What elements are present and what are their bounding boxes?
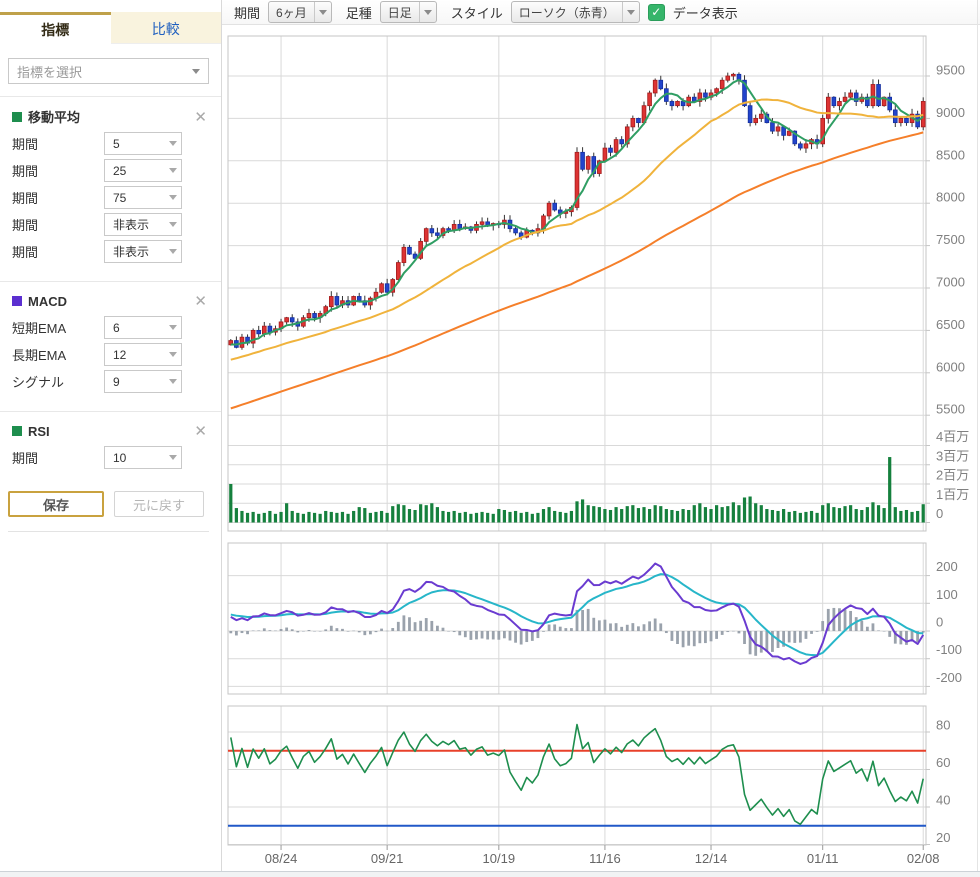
chevron-down-icon — [169, 379, 177, 384]
svg-text:01/11: 01/11 — [807, 851, 839, 866]
ma-period-4-select[interactable]: 非表示 — [104, 213, 182, 236]
chevron-down-icon — [169, 222, 177, 227]
bottom-divider — [0, 871, 980, 877]
ma-period-1-label: 期間 — [12, 134, 104, 153]
ma-period-5-label: 期間 — [12, 242, 104, 261]
svg-text:6000: 6000 — [936, 359, 965, 374]
svg-text:200: 200 — [936, 559, 958, 574]
svg-text:11/16: 11/16 — [589, 851, 621, 866]
svg-text:6500: 6500 — [936, 317, 965, 332]
svg-text:8500: 8500 — [936, 147, 965, 162]
reset-button[interactable]: 元に戻す — [114, 491, 204, 517]
sidebar-tabs: 指標 比較 — [0, 12, 221, 44]
macd-signal-label: シグナル — [12, 372, 104, 391]
macd-long-ema-label: 長期EMA — [12, 345, 104, 364]
ma-period-3-select[interactable]: 75 — [104, 186, 182, 209]
svg-text:9500: 9500 — [936, 63, 965, 78]
tab-indicators[interactable]: 指標 — [0, 12, 111, 44]
svg-text:10/19: 10/19 — [483, 851, 516, 866]
rsi-layer — [228, 725, 926, 826]
chevron-down-icon — [315, 10, 331, 15]
macd-short-ema-label: 短期EMA — [12, 318, 104, 337]
section-macd: MACD ✕ 短期EMA 6 長期EMA 12 シグナル 9 — [0, 281, 221, 399]
ma-period-5-select[interactable]: 非表示 — [104, 240, 182, 263]
svg-text:9000: 9000 — [936, 105, 965, 120]
style-dropdown[interactable]: ローソク（赤青） — [511, 1, 640, 23]
stock-chart-app: { "toolbar": { "period_label": "期間", "pe… — [0, 0, 980, 877]
ma-color-swatch — [12, 112, 22, 122]
svg-text:-200: -200 — [936, 670, 962, 685]
moving-average-layer — [231, 80, 923, 408]
svg-text:7000: 7000 — [936, 275, 965, 290]
indicator-select[interactable]: 指標を選択 — [8, 58, 209, 84]
rsi-color-swatch — [12, 426, 22, 436]
chevron-down-icon — [169, 195, 177, 200]
rsi-period-label: 期間 — [12, 448, 104, 467]
section-rsi: RSI ✕ 期間 10 — [0, 411, 221, 475]
svg-text:4百万: 4百万 — [936, 429, 969, 444]
indicator-select-placeholder: 指標を選択 — [17, 62, 82, 81]
svg-text:80: 80 — [936, 718, 950, 733]
axis-labels-layer: 9500900085008000750070006500600055004百万3… — [936, 63, 969, 846]
save-button[interactable]: 保存 — [8, 491, 104, 517]
data-display-checkbox[interactable]: ✓ — [648, 4, 665, 21]
bar-type-dropdown[interactable]: 日足 — [380, 1, 437, 23]
chevron-down-icon — [623, 10, 639, 15]
style-label: スタイル — [451, 3, 503, 22]
svg-text:-100: -100 — [936, 642, 962, 657]
svg-text:100: 100 — [936, 587, 958, 602]
period-label: 期間 — [234, 3, 260, 22]
data-display-label: データ表示 — [673, 3, 738, 22]
period-dropdown[interactable]: 6ヶ月 — [268, 1, 332, 23]
chart-toolbar: 期間 6ヶ月 足種 日足 スタイル ローソク（赤青） ✓ データ表示 — [222, 0, 980, 25]
chevron-down-icon — [420, 10, 436, 15]
ma-period-2-label: 期間 — [12, 161, 104, 180]
section-moving-average: 移動平均 ✕ 期間 5 期間 25 期間 75 期間 非表示 期間 非表示 — [0, 96, 221, 269]
chevron-down-icon — [169, 325, 177, 330]
svg-text:5500: 5500 — [936, 402, 965, 417]
svg-text:7500: 7500 — [936, 232, 965, 247]
svg-text:08/24: 08/24 — [265, 851, 298, 866]
svg-text:0: 0 — [936, 506, 943, 521]
chevron-down-icon — [169, 249, 177, 254]
bar-type-label: 足種 — [346, 3, 372, 22]
indicator-sidebar: 指標 比較 指標を選択 移動平均 ✕ 期間 5 期間 25 期間 75 期間 非… — [0, 0, 222, 871]
close-icon[interactable]: ✕ — [192, 292, 209, 310]
ma-period-2-select[interactable]: 25 — [104, 159, 182, 182]
macd-signal-select[interactable]: 9 — [104, 370, 182, 393]
svg-text:60: 60 — [936, 755, 950, 770]
chevron-down-icon — [169, 141, 177, 146]
close-icon[interactable]: ✕ — [192, 108, 209, 126]
svg-text:0: 0 — [936, 615, 943, 630]
chevron-down-icon — [192, 69, 200, 74]
svg-text:02/08: 02/08 — [907, 851, 940, 866]
macd-section-title: MACD — [28, 294, 192, 309]
macd-long-ema-select[interactable]: 12 — [104, 343, 182, 366]
svg-text:40: 40 — [936, 793, 950, 808]
chevron-down-icon — [169, 352, 177, 357]
svg-text:8000: 8000 — [936, 190, 965, 205]
right-border — [977, 0, 978, 871]
svg-text:2百万: 2百万 — [936, 468, 969, 483]
ma-period-1-select[interactable]: 5 — [104, 132, 182, 155]
tab-compare[interactable]: 比較 — [111, 12, 222, 44]
macd-layer — [229, 564, 924, 664]
ma-period-3-label: 期間 — [12, 188, 104, 207]
svg-text:20: 20 — [936, 830, 950, 845]
svg-text:3百万: 3百万 — [936, 448, 969, 463]
svg-text:12/14: 12/14 — [695, 851, 728, 866]
svg-text:1百万: 1百万 — [936, 487, 969, 502]
rsi-section-title: RSI — [28, 424, 192, 439]
macd-color-swatch — [12, 296, 22, 306]
chevron-down-icon — [169, 455, 177, 460]
volume-layer — [229, 457, 925, 522]
rsi-period-select[interactable]: 10 — [104, 446, 182, 469]
x-axis-layer: 08/24 09/21 10/19 11/16 12/14 01/11 02/08 — [265, 845, 940, 866]
ma-section-title: 移動平均 — [28, 107, 192, 126]
chevron-down-icon — [169, 168, 177, 173]
close-icon[interactable]: ✕ — [192, 422, 209, 440]
ma-period-4-label: 期間 — [12, 215, 104, 234]
macd-short-ema-select[interactable]: 6 — [104, 316, 182, 339]
svg-text:09/21: 09/21 — [371, 851, 404, 866]
